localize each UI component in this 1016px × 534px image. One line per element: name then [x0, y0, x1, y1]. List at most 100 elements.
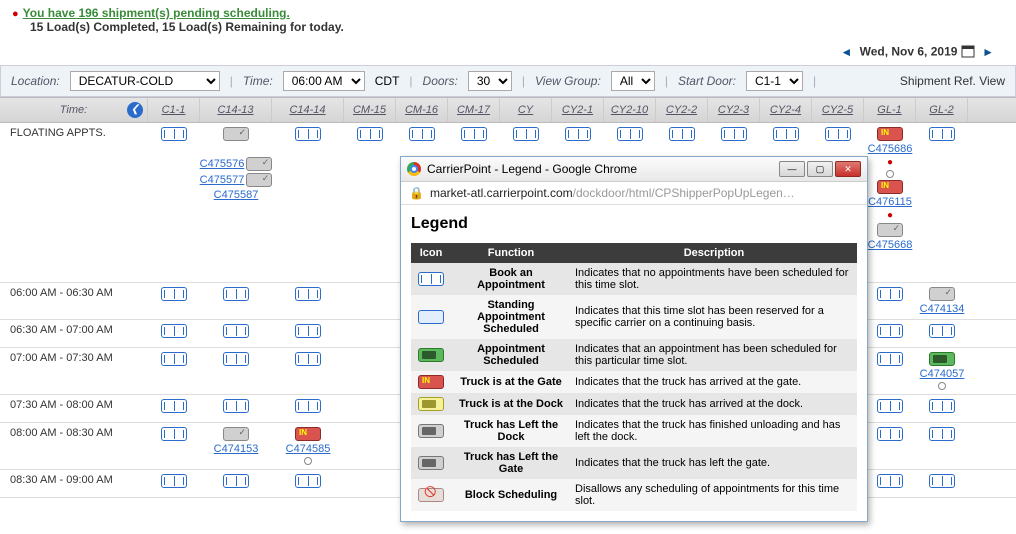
shipment-link[interactable]: C476115 [868, 196, 912, 208]
gray-check-icon[interactable] [223, 127, 249, 141]
door-header[interactable]: CY2-2 [656, 98, 708, 122]
book-icon[interactable] [617, 127, 643, 141]
book-icon[interactable] [161, 287, 187, 301]
book-icon[interactable] [877, 324, 903, 338]
gray-check-icon[interactable] [877, 223, 903, 237]
book-icon[interactable] [825, 127, 851, 141]
door-header[interactable]: GL-1 [864, 98, 916, 122]
door-header[interactable]: CY2-10 [604, 98, 656, 122]
doors-select[interactable]: 30 [468, 71, 512, 91]
gray-check-icon[interactable] [223, 427, 249, 441]
shipment-link[interactable]: C474057 [920, 368, 965, 380]
book-icon[interactable] [223, 474, 249, 488]
book-icon[interactable] [877, 474, 903, 488]
next-day-arrow[interactable]: ► [982, 45, 994, 59]
book-icon[interactable] [161, 427, 187, 441]
book-icon[interactable] [877, 427, 903, 441]
book-icon[interactable] [929, 427, 955, 441]
popup-titlebar[interactable]: CarrierPoint - Legend - Google Chrome — … [401, 157, 867, 182]
book-icon[interactable] [161, 127, 187, 141]
radio-icon[interactable] [304, 457, 312, 465]
book-icon[interactable] [721, 127, 747, 141]
door-header[interactable]: CY [500, 98, 552, 122]
book-icon[interactable] [161, 352, 187, 366]
legend-description: Indicates that an appointment has been s… [571, 339, 857, 371]
door-header[interactable]: CY2-5 [812, 98, 864, 122]
startdoor-select[interactable]: C1-1 [746, 71, 803, 91]
book-icon[interactable] [295, 474, 321, 488]
scroll-left-button[interactable]: ❮ [127, 102, 143, 118]
shipment-link[interactable]: C475587 [214, 189, 259, 201]
book-icon[interactable] [877, 399, 903, 413]
book-icon[interactable] [161, 324, 187, 338]
book-icon[interactable] [409, 127, 435, 141]
door-header[interactable]: C14-13 [200, 98, 272, 122]
close-button[interactable]: ✕ [835, 161, 861, 177]
book-icon[interactable] [223, 352, 249, 366]
shipment-link[interactable]: C475577 [200, 174, 245, 186]
row-label: 08:00 AM - 08:30 AM [0, 423, 148, 443]
door-header[interactable]: C14-14 [272, 98, 344, 122]
door-header[interactable]: C1-1 [148, 98, 200, 122]
popup-address-bar[interactable]: 🔒 market-atl.carrierpoint.com/dockdoor/h… [401, 182, 867, 205]
location-select[interactable]: DECATUR-COLD [70, 71, 220, 91]
door-header[interactable]: CM-16 [396, 98, 448, 122]
standing-icon [418, 310, 444, 324]
book-icon[interactable] [223, 399, 249, 413]
time-select[interactable]: 06:00 AM [283, 71, 365, 91]
truck-scheduled-icon[interactable] [929, 352, 955, 366]
truck-gate-icon[interactable] [877, 180, 903, 194]
radio-icon[interactable] [886, 170, 894, 178]
alert-dot-icon: ● [887, 210, 893, 221]
truck-gate-icon[interactable] [295, 427, 321, 441]
book-icon[interactable] [295, 399, 321, 413]
book-icon[interactable] [929, 127, 955, 141]
book-icon[interactable] [161, 474, 187, 488]
book-icon[interactable] [877, 352, 903, 366]
book-icon[interactable] [295, 287, 321, 301]
legend-description: Indicates that the truck has finished un… [571, 415, 857, 447]
shipment-link[interactable]: C475576 [200, 158, 245, 170]
book-icon[interactable] [929, 399, 955, 413]
prev-day-arrow[interactable]: ◄ [840, 45, 852, 59]
door-header[interactable]: CM-17 [448, 98, 500, 122]
pending-scheduling-link[interactable]: You have 196 shipment(s) pending schedul… [23, 6, 290, 20]
door-header[interactable]: CM-15 [344, 98, 396, 122]
book-icon[interactable] [877, 287, 903, 301]
door-header[interactable]: CY2-4 [760, 98, 812, 122]
shipment-link[interactable]: C475686 [868, 143, 913, 155]
book-icon[interactable] [929, 474, 955, 488]
book-icon[interactable] [929, 324, 955, 338]
gray-check-icon[interactable] [246, 157, 272, 171]
legend-th-icon: Icon [411, 243, 451, 263]
door-header[interactable]: GL-2 [916, 98, 968, 122]
shipment-link[interactable]: C474153 [214, 443, 259, 455]
shipment-link[interactable]: C474134 [920, 303, 965, 315]
truck-gate-icon[interactable] [877, 127, 903, 141]
radio-icon[interactable] [938, 382, 946, 390]
gray-check-icon[interactable] [246, 173, 272, 187]
door-header[interactable]: CY2-1 [552, 98, 604, 122]
calendar-icon[interactable] [961, 44, 975, 61]
book-icon[interactable] [357, 127, 383, 141]
book-icon[interactable] [669, 127, 695, 141]
book-icon[interactable] [295, 352, 321, 366]
book-icon[interactable] [565, 127, 591, 141]
shipment-link[interactable]: C474585 [286, 443, 331, 455]
book-icon[interactable] [223, 287, 249, 301]
gray-check-icon[interactable] [929, 287, 955, 301]
book-icon[interactable] [161, 399, 187, 413]
viewgroup-select[interactable]: All [611, 71, 655, 91]
book-icon[interactable] [773, 127, 799, 141]
maximize-button[interactable]: ▢ [807, 161, 833, 177]
shipment-ref-view[interactable]: Shipment Ref. View [900, 74, 1005, 88]
startdoor-label: Start Door: [678, 74, 736, 88]
book-icon[interactable] [461, 127, 487, 141]
door-header[interactable]: CY2-3 [708, 98, 760, 122]
shipment-link[interactable]: C475668 [868, 239, 913, 251]
book-icon[interactable] [223, 324, 249, 338]
minimize-button[interactable]: — [779, 161, 805, 177]
book-icon[interactable] [513, 127, 539, 141]
book-icon[interactable] [295, 127, 321, 141]
book-icon[interactable] [295, 324, 321, 338]
